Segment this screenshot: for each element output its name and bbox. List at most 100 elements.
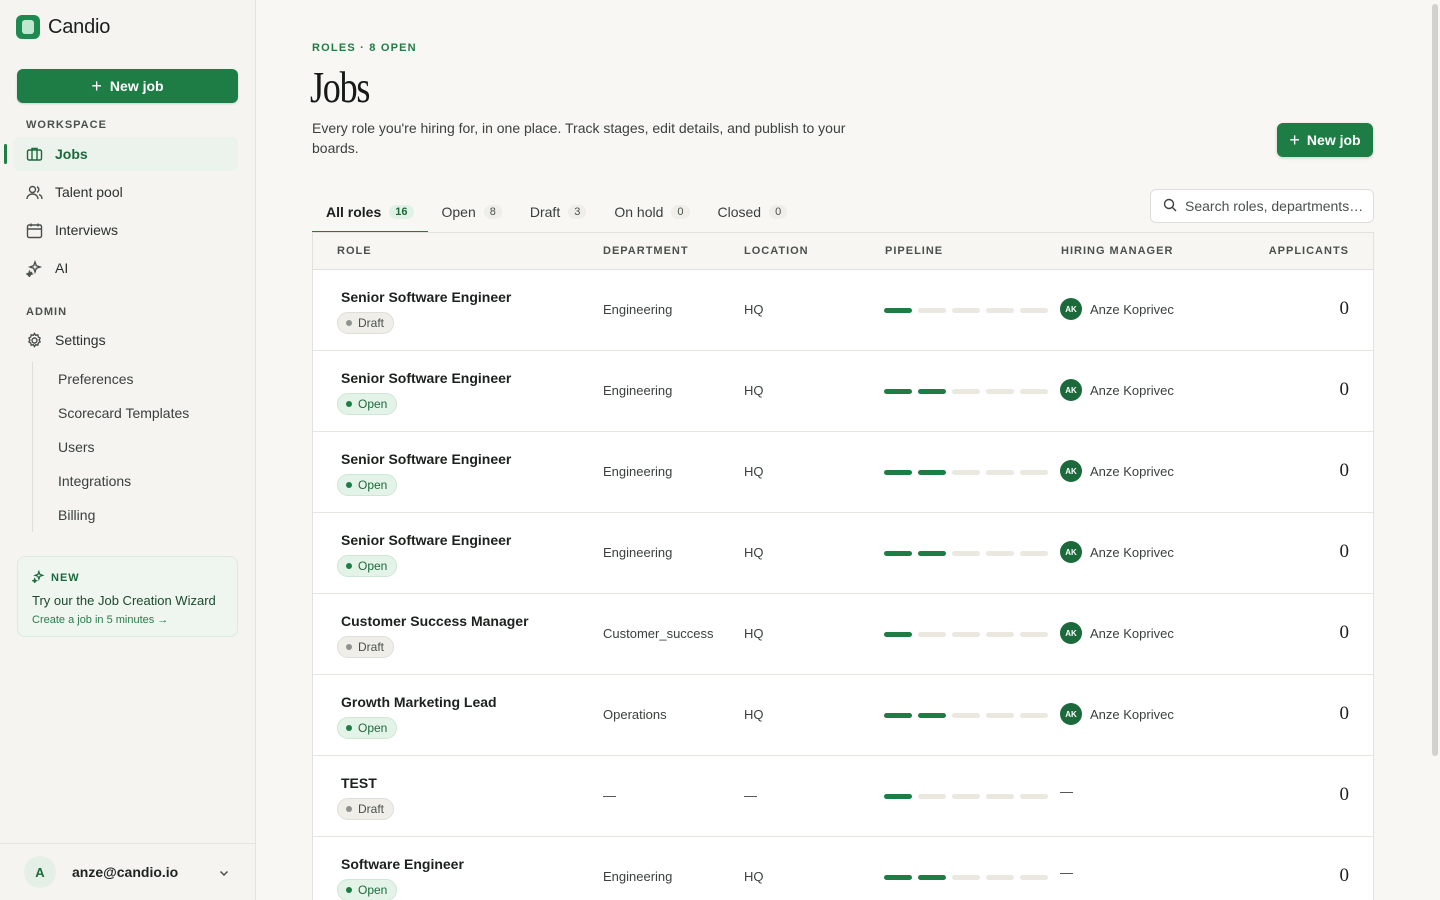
column-header-role[interactable]: ROLE [337,245,372,257]
table-header: ROLE DEPARTMENT LOCATION PIPELINE HIRING… [313,233,1373,270]
pipeline-stage [918,875,946,880]
pipeline-stage [986,308,1014,313]
scrollbar-thumb[interactable] [1432,4,1438,756]
role-title[interactable]: TEST [341,775,377,791]
manager-avatar: AK [1060,379,1082,401]
brand-name: Candio [48,15,111,38]
pipeline-stage [952,470,980,475]
sidebar-subitem-preferences[interactable]: Preferences [33,362,238,396]
promo-link[interactable]: Create a job in 5 minutes → [32,614,223,626]
department-cell: Engineering [603,464,673,479]
hiring-manager: AK Anze Koprivec [1060,460,1174,482]
applicants-count: 0 [1339,784,1350,805]
tab-all-roles[interactable]: All roles 16 [312,190,428,233]
role-title[interactable]: Senior Software Engineer [341,370,511,386]
sidebar-new-job-button[interactable]: + New job [17,69,238,103]
sidebar-subitem-billing[interactable]: Billing [33,498,238,532]
new-job-button[interactable]: + New job [1277,123,1373,157]
status-badge: Draft [337,312,395,334]
pipeline-stage [986,389,1014,394]
hiring-manager: AK Anze Koprivec [1060,379,1174,401]
promo-title: Try our the Job Creation Wizard [32,593,216,608]
role-title[interactable]: Growth Marketing Lead [341,694,497,710]
page-title: Jobs [310,63,370,112]
tab-closed[interactable]: Closed 0 [704,190,802,233]
main-content: ROLES · 8 OPEN Jobs Every role you're hi… [256,0,1440,900]
pipeline-stage [986,794,1014,799]
table-row[interactable]: Software Engineer Open Engineering HQ — 0 [313,837,1373,900]
sparkles-icon [26,259,43,277]
search-box[interactable] [1150,189,1374,223]
table-row[interactable]: Senior Software Engineer Open Engineering H… [313,513,1373,594]
avatar: A [24,856,56,888]
scrollbar[interactable] [1432,0,1439,900]
pipeline-stage [1020,713,1048,718]
sidebar-item-talent-pool[interactable]: Talent pool [13,175,238,209]
sidebar: Candio + New job WORKSPACE Jobs Talent p… [0,0,256,900]
role-title[interactable]: Software Engineer [341,856,464,872]
column-header-applicants[interactable]: APPLICANTS [1269,245,1349,257]
table-row[interactable]: Customer Success Manager Draft Customer_su… [313,594,1373,675]
column-header-location[interactable]: LOCATION [744,245,809,257]
settings-subnav: Preferences Scorecard Templates Users In… [32,362,238,532]
user-email: anze@candio.io [72,864,179,880]
status-badge: Draft [337,798,395,820]
pipeline-stage [1020,389,1048,394]
department-cell: Engineering [603,869,673,884]
department-cell: Engineering [603,302,673,317]
user-menu[interactable]: A anze@candio.io [0,843,256,900]
sidebar-subitem-scorecard-templates[interactable]: Scorecard Templates [33,396,238,430]
manager-name: Anze Koprivec [1090,301,1174,317]
sidebar-item-settings[interactable]: Settings [13,323,238,357]
sidebar-item-jobs[interactable]: Jobs [4,137,238,171]
manager-name: Anze Koprivec [1090,544,1174,560]
department-cell: Customer_success [603,626,714,641]
pipeline-stage [952,389,980,394]
role-title[interactable]: Senior Software Engineer [341,289,511,305]
status-label: Open [358,721,388,735]
gear-icon [26,331,43,349]
status-label: Open [358,559,388,573]
location-cell: — [744,788,757,803]
sidebar-item-label: Talent pool [55,184,123,200]
workspace-section-label: WORKSPACE [26,119,107,131]
table-row[interactable]: TEST Draft — — — 0 [313,756,1373,837]
role-title[interactable]: Customer Success Manager [341,613,529,629]
brand[interactable]: Candio [16,15,110,39]
status-label: Draft [358,640,385,654]
role-title[interactable]: Senior Software Engineer [341,532,511,548]
table-row[interactable]: Growth Marketing Lead Open Operations HQ AK A… [313,675,1373,756]
table-row[interactable]: Senior Software Engineer Open Engineering H… [313,432,1373,513]
column-header-department[interactable]: DEPARTMENT [603,245,689,257]
location-cell: HQ [744,302,764,317]
department-cell: Operations [603,707,667,722]
pipeline-stage [884,875,912,880]
sidebar-subitem-users[interactable]: Users [33,430,238,464]
table-body: Senior Software Engineer Draft Engineering… [313,270,1373,900]
pipeline-stage [884,389,912,394]
pipeline-stage [1020,308,1048,313]
location-cell: HQ [744,626,764,641]
manager-name: Anze Koprivec [1090,625,1174,641]
role-title[interactable]: Senior Software Engineer [341,451,511,467]
tab-on-hold[interactable]: On hold 0 [600,190,703,233]
pipeline-bar [884,794,1048,799]
location-cell: HQ [744,464,764,479]
pipeline-stage [986,632,1014,637]
pipeline-stage [952,308,980,313]
column-header-pipeline[interactable]: PIPELINE [885,245,943,257]
table-row[interactable]: Senior Software Engineer Open Engineering H… [313,351,1373,432]
pipeline-stage [1020,875,1048,880]
tab-label: Open [441,203,476,220]
column-header-hiring-manager[interactable]: HIRING MANAGER [1061,245,1173,257]
job-wizard-promo-card[interactable]: NEW Try our the Job Creation Wizard Crea… [17,556,238,637]
sidebar-item-interviews[interactable]: Interviews [13,213,238,247]
sidebar-item-ai[interactable]: AI [13,251,238,285]
tab-draft[interactable]: Draft 3 [516,190,600,233]
manager-avatar: AK [1060,703,1082,725]
sidebar-subitem-integrations[interactable]: Integrations [33,464,238,498]
location-cell: HQ [744,869,764,884]
table-row[interactable]: Senior Software Engineer Draft Engineering… [313,270,1373,351]
search-input[interactable] [1185,198,1365,214]
tab-open[interactable]: Open 8 [428,190,516,233]
